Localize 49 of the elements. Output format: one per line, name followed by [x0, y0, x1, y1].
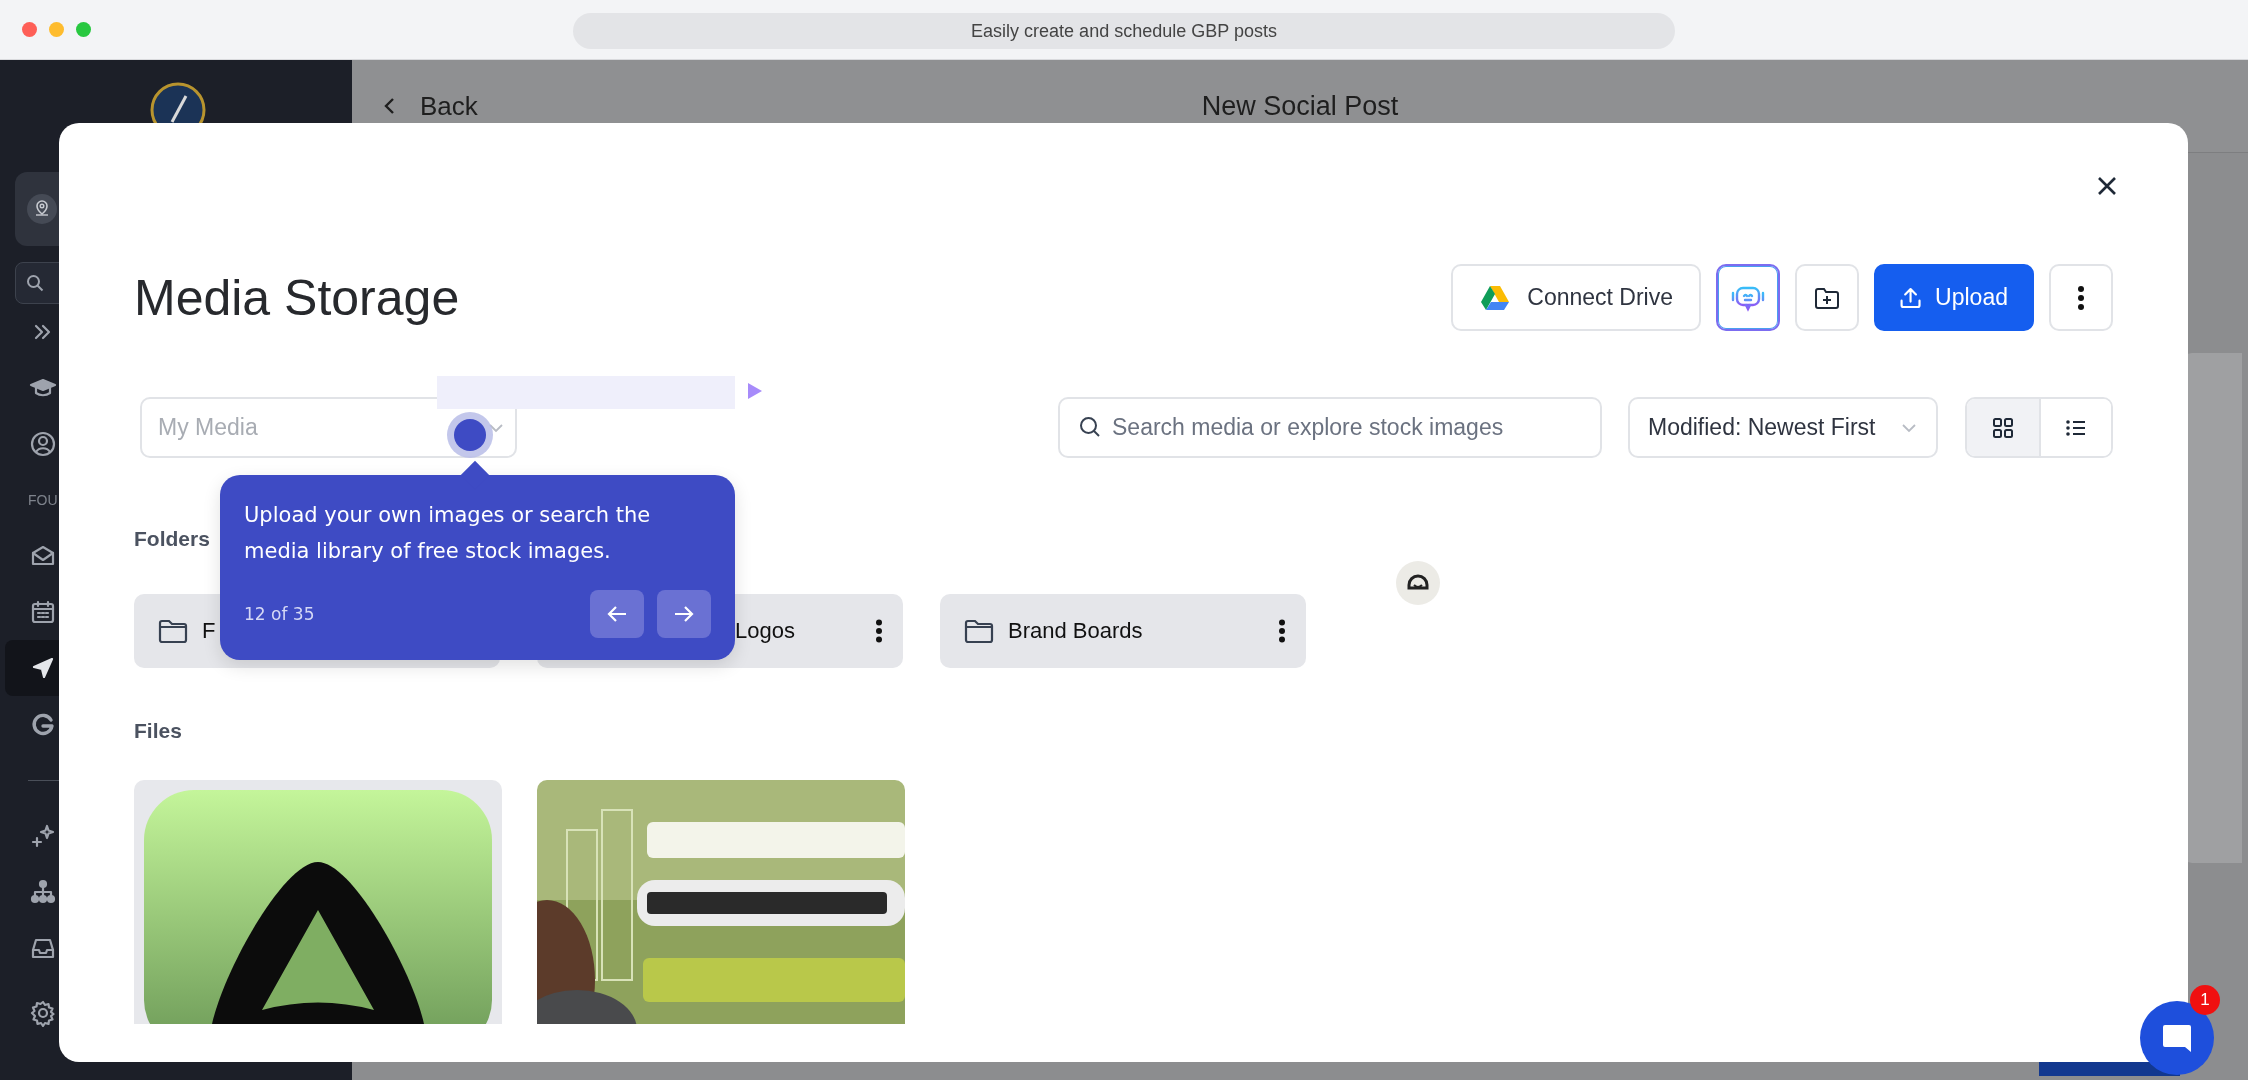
sort-dropdown[interactable]: Modified: Newest First — [1628, 397, 1938, 458]
ai-assistant-button[interactable] — [1716, 264, 1780, 331]
folder-name: Logos — [735, 618, 795, 644]
address-bar[interactable]: Easily create and schedule GBP posts — [573, 13, 1675, 49]
tour-beacon-icon[interactable] — [446, 411, 494, 459]
folders-heading: Folders — [134, 526, 210, 552]
more-options-button[interactable] — [2049, 264, 2113, 331]
folder-name: Brand Boards — [1008, 618, 1143, 644]
chevron-down-icon — [1900, 421, 1918, 434]
sidebar-section-label: FOU — [28, 491, 58, 510]
upload-button[interactable]: Upload — [1874, 264, 2034, 331]
tour-step-counter: 12 of 35 — [244, 604, 315, 624]
folder-card[interactable]: Brand Boards — [940, 594, 1306, 668]
search-icon — [1078, 415, 1102, 439]
folder-icon — [158, 618, 188, 644]
back-link[interactable]: Back — [380, 90, 478, 122]
folder-name: F — [202, 618, 216, 644]
sidebar-user-icon[interactable] — [29, 430, 57, 458]
sidebar-sparkle-icon[interactable] — [29, 822, 57, 850]
chevron-down-icon — [487, 422, 505, 434]
folder-plus-icon — [1814, 285, 1840, 310]
next-step-button[interactable] — [657, 590, 711, 638]
arrow-left-icon — [606, 604, 628, 624]
files-heading: Files — [134, 718, 182, 744]
kebab-icon — [2077, 284, 2085, 311]
list-view-button[interactable] — [2039, 399, 2111, 456]
previous-step-button[interactable] — [590, 590, 644, 638]
drive-triangle-icon — [1481, 284, 1510, 311]
helper-face-icon[interactable] — [1396, 561, 1440, 605]
location-pin-icon — [27, 194, 57, 224]
kebab-icon[interactable] — [875, 619, 883, 643]
arrow-right-icon — [673, 604, 695, 624]
folder-icon — [964, 618, 994, 644]
sidebar-org-chart-icon[interactable] — [29, 878, 57, 906]
sidebar-calendar-icon[interactable] — [29, 598, 57, 626]
triangle-pointer-icon — [747, 382, 763, 400]
grid-view-button[interactable] — [1967, 399, 2039, 456]
page-title: New Social Post — [1200, 90, 1400, 122]
search-field[interactable]: Search media or explore stock images — [1058, 397, 1602, 458]
notification-badge: 1 — [2190, 985, 2220, 1015]
grid-icon — [1992, 416, 2014, 439]
sidebar-settings-icon[interactable] — [29, 999, 57, 1027]
search-icon — [26, 274, 44, 292]
connect-drive-button[interactable]: Connect Drive — [1451, 264, 1701, 331]
tour-message: Upload your own images or search the media library of free stock images. — [244, 502, 652, 565]
new-folder-button[interactable] — [1795, 264, 1859, 331]
kebab-icon[interactable] — [1278, 619, 1286, 643]
close-window-button[interactable] — [22, 22, 37, 37]
dialog-title: Media Storage — [134, 268, 460, 327]
